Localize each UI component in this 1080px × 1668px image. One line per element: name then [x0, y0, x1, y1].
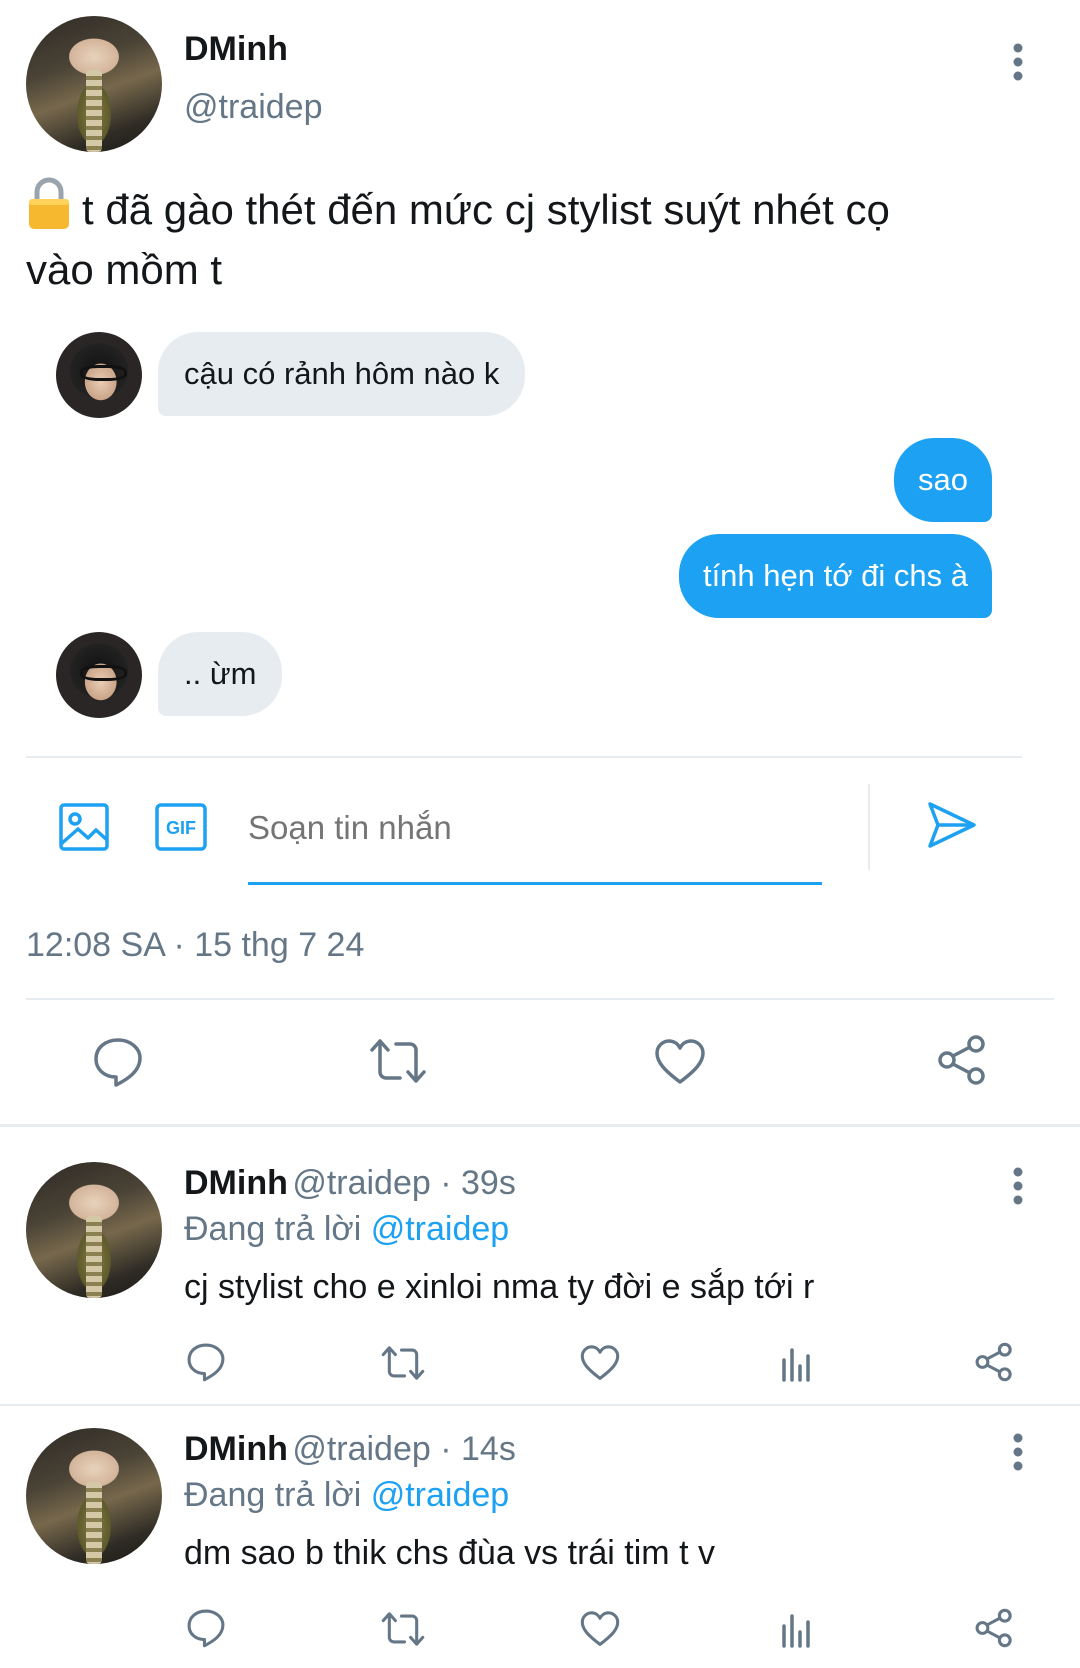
replying-to-line: Đang trả lời @traidep [184, 1210, 509, 1249]
tweet-text: t đã gào thét đến mức cj stylist suýt nh… [26, 176, 1046, 297]
chat-avatar [56, 332, 142, 418]
chat-message-incoming: cậu có rảnh hôm nào k [158, 332, 526, 416]
replying-to-mention[interactable]: @traidep [371, 1210, 509, 1248]
tweet-timestamp: 12:08 SA · 15 thg 7 24 [26, 926, 365, 964]
chat-message-incoming: .. ừm [158, 632, 283, 716]
like-icon[interactable] [654, 1038, 706, 1086]
image-icon[interactable] [58, 802, 110, 852]
chat-message-outgoing: sao [894, 438, 992, 522]
like-icon[interactable] [580, 1610, 620, 1648]
replying-to-prefix: Đang trả lời [184, 1476, 362, 1514]
reply-meta: @traidep · 39s [292, 1164, 516, 1202]
timestamp-divider [26, 998, 1054, 1000]
more-options-icon[interactable] [1010, 1432, 1026, 1472]
chat-divider [26, 756, 1022, 758]
author-avatar[interactable] [26, 16, 162, 152]
like-icon[interactable] [580, 1344, 620, 1382]
analytics-icon[interactable] [780, 1612, 814, 1648]
reply-author-name[interactable]: DMinh [184, 1430, 288, 1468]
reply-icon[interactable] [186, 1342, 226, 1382]
reply-author-name[interactable]: DMinh [184, 1164, 288, 1202]
replying-to-line: Đang trả lời @traidep [184, 1476, 509, 1515]
gif-icon[interactable]: GIF [154, 802, 208, 852]
compose-separator [868, 784, 870, 870]
tweet-text-line1: t đã gào thét đến mức cj stylist suýt nh… [82, 186, 890, 233]
reply-divider [0, 1404, 1080, 1406]
author-handle[interactable]: @traidep [184, 88, 322, 127]
svg-text:GIF: GIF [166, 818, 196, 838]
share-icon[interactable] [936, 1034, 988, 1086]
replying-to-mention[interactable]: @traidep [371, 1476, 509, 1514]
reply-text: dm sao b thik chs đùa vs trái tim t v [184, 1534, 715, 1572]
reply-header: DMinh @traidep · 14s [184, 1430, 516, 1469]
reply-meta: @traidep · 14s [292, 1430, 516, 1468]
section-divider [0, 1124, 1080, 1127]
compose-message-input[interactable] [248, 800, 820, 856]
retweet-icon[interactable] [368, 1036, 428, 1086]
lock-icon [26, 176, 72, 243]
reply-avatar[interactable] [26, 1162, 162, 1298]
reply-text: cj stylist cho e xinloi nma ty đời e sắp… [184, 1268, 815, 1306]
chat-message-outgoing: tính hẹn tớ đi chs à [678, 534, 992, 618]
more-options-icon[interactable] [1010, 1166, 1026, 1206]
reply-header: DMinh @traidep · 39s [184, 1164, 516, 1203]
tweet-text-line2: vào mồm t [26, 246, 223, 293]
reply-avatar[interactable] [26, 1428, 162, 1564]
analytics-icon[interactable] [780, 1346, 814, 1382]
more-options-icon[interactable] [1010, 42, 1026, 82]
reply-icon[interactable] [92, 1036, 144, 1088]
compose-input-underline [248, 882, 822, 885]
retweet-icon[interactable] [380, 1344, 426, 1382]
send-icon[interactable] [926, 800, 978, 850]
chat-avatar [56, 632, 142, 718]
share-icon[interactable] [974, 1342, 1014, 1382]
replying-to-prefix: Đang trả lời [184, 1210, 362, 1248]
share-icon[interactable] [974, 1608, 1014, 1648]
author-name[interactable]: DMinh [184, 30, 288, 69]
retweet-icon[interactable] [380, 1610, 426, 1648]
reply-icon[interactable] [186, 1608, 226, 1648]
